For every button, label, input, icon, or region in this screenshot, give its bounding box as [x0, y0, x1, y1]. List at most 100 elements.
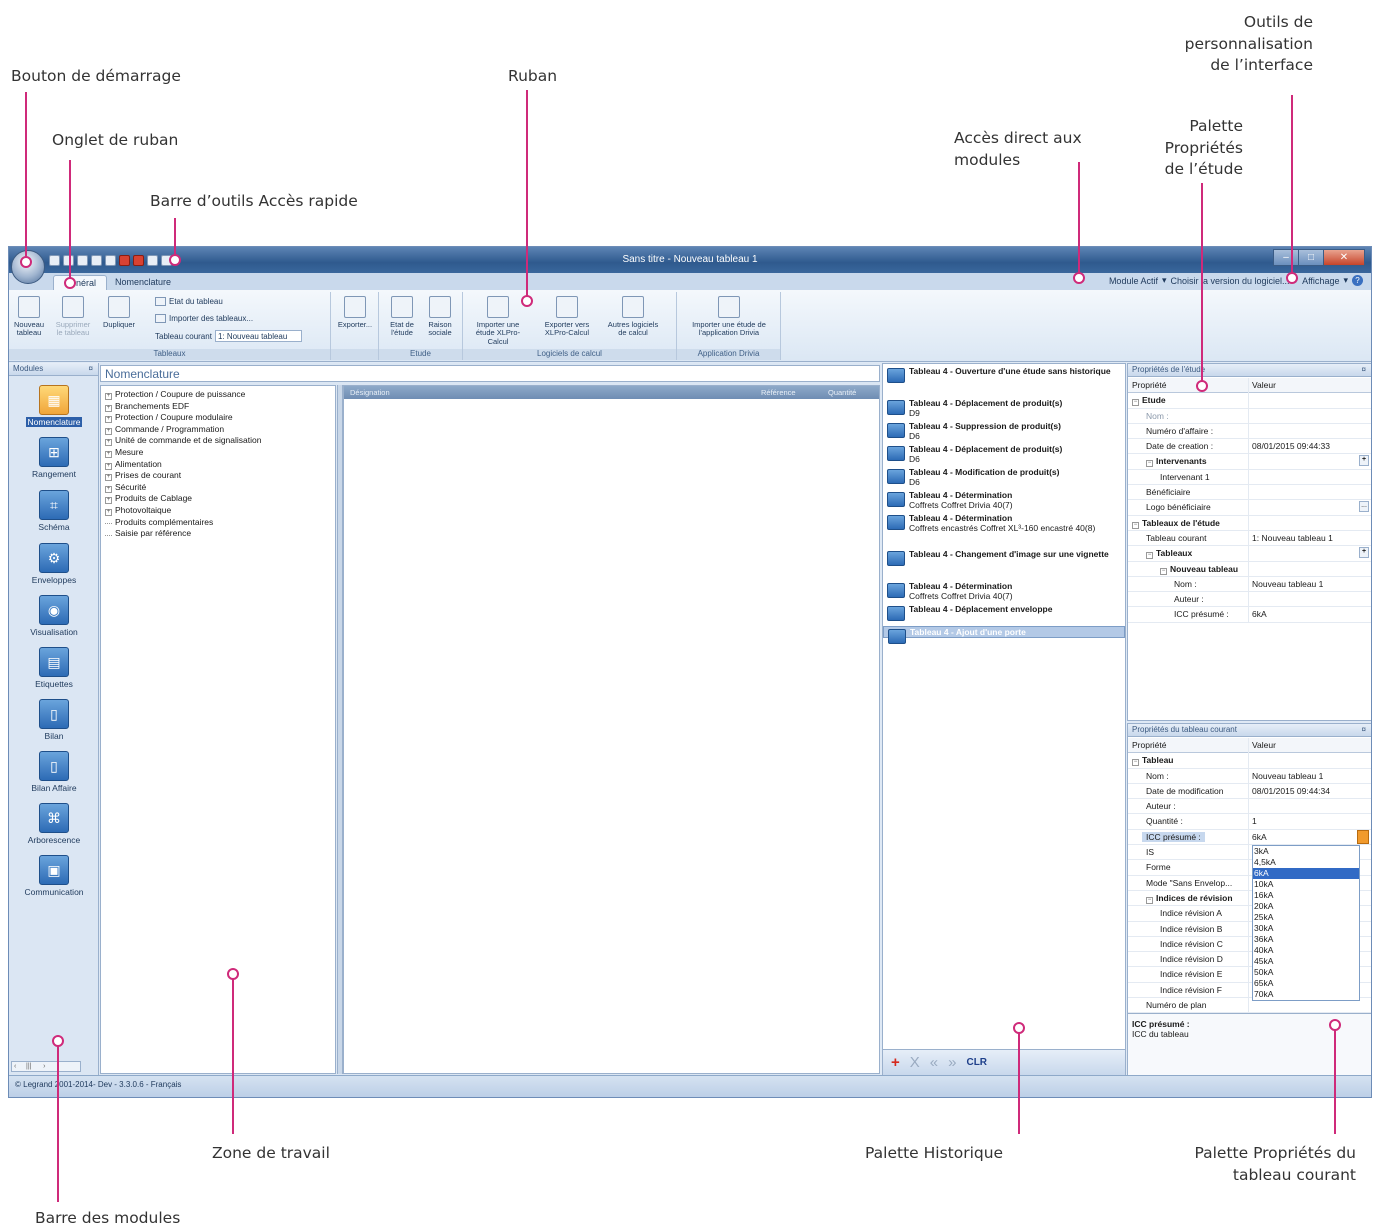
history-item[interactable]: Tableau 4 - Changement d'image sur une v… — [883, 549, 1125, 566]
property-row-intervenants[interactable]: − Intervenants + — [1128, 454, 1371, 470]
property-row-nouveau-tableau[interactable]: − Nouveau tableau — [1128, 561, 1371, 577]
current-table-combo[interactable]: 1: Nouveau tableau — [214, 330, 303, 342]
export-button[interactable]: Exporter... — [337, 296, 373, 329]
dropdown-arrow-icon[interactable] — [1357, 829, 1369, 844]
dropdown-option[interactable]: 16kA — [1253, 890, 1359, 901]
browse-icon[interactable]: ... — [1359, 501, 1369, 513]
property-row-intervenant-1[interactable]: Intervenant 1 — [1128, 469, 1371, 486]
affichage-menu[interactable]: Affichage — [1302, 276, 1339, 286]
dropdown-option[interactable]: 30kA — [1253, 923, 1359, 934]
history-item[interactable]: Tableau 4 - Suppression de produit(s) D6 — [883, 421, 1125, 442]
expand-icon[interactable]: + — [105, 508, 112, 516]
module-nomenclature[interactable]: ▦ Nomenclature — [9, 385, 99, 427]
tree-item[interactable]: + Prises de courant — [105, 470, 331, 482]
dropdown-option[interactable]: 20kA — [1253, 901, 1359, 912]
tree-item[interactable]: + Mesure — [105, 447, 331, 459]
collapse-icon[interactable]: − — [1132, 759, 1139, 767]
expand-icon[interactable]: + — [105, 427, 112, 435]
property-row-logo-beneficiaire[interactable]: Logo bénéficiaire... — [1128, 500, 1371, 516]
module-etiquettes[interactable]: ▤ Etiquettes — [9, 647, 99, 689]
module-actif-menu[interactable]: Module Actif — [1109, 276, 1158, 286]
module-communication[interactable]: ▣ Communication — [9, 855, 99, 897]
pin-icon[interactable]: ¤ — [1362, 365, 1366, 374]
col-reference[interactable]: Référence — [761, 388, 796, 397]
duplicate-table-button[interactable]: Dupliquer — [99, 296, 139, 329]
history-last-button[interactable]: » — [948, 1054, 956, 1071]
tree-item[interactable]: + Protection / Coupure de puissance — [105, 389, 331, 401]
expand-icon[interactable]: + — [105, 485, 112, 493]
history-remove-button[interactable]: X — [910, 1054, 920, 1071]
delete-table-button[interactable]: Supprimer le tableau — [53, 296, 93, 338]
company-name-button[interactable]: Raison sociale — [422, 296, 458, 338]
property-row-tableaux-de-l-etude[interactable]: − Tableaux de l'étude — [1128, 515, 1371, 531]
property-row-numero-d-affaire[interactable]: Numéro d'affaire : — [1128, 423, 1371, 440]
tree-item[interactable]: + Protection / Coupure modulaire — [105, 412, 331, 424]
expand-icon[interactable]: + — [105, 439, 112, 447]
property-row-date-de-modification[interactable]: Date de modification 08/01/2015 09:44:34 — [1128, 783, 1371, 800]
property-row-nom[interactable]: Nom : Nouveau tableau 1 — [1128, 768, 1371, 784]
dropdown-option[interactable]: 10kA — [1253, 879, 1359, 890]
history-item[interactable]: Tableau 4 - Détermination Coffrets encast… — [883, 513, 1125, 534]
history-first-button[interactable]: « — [930, 1054, 938, 1071]
history-item[interactable]: Tableau 4 - Déplacement de produit(s) D9 — [883, 398, 1125, 419]
collapse-icon[interactable]: − — [1146, 896, 1153, 904]
study-state-button[interactable]: Etat de l'étude — [384, 296, 420, 338]
modules-scrollbar[interactable]: ‹ ||| › — [11, 1061, 81, 1072]
dropdown-option[interactable]: 3kA — [1253, 846, 1359, 857]
module-visualisation[interactable]: ◉ Visualisation — [9, 595, 99, 637]
property-row-icc-presume[interactable]: ICC présumé :6kA — [1128, 607, 1371, 623]
collapse-icon[interactable]: − — [1160, 567, 1167, 575]
module-bilan-affaire[interactable]: ▯ Bilan Affaire — [9, 751, 99, 793]
history-item[interactable]: Tableau 4 - Détermination Coffrets Coffre… — [883, 581, 1125, 602]
tree-item[interactable]: + Commande / Programmation — [105, 424, 331, 436]
tree-item[interactable]: + Alimentation — [105, 459, 331, 471]
tree-item[interactable]: Produits complémentaires — [105, 517, 331, 529]
history-add-button[interactable]: + — [891, 1054, 900, 1071]
history-item[interactable]: Tableau 4 - Modification de produit(s) D6 — [883, 467, 1125, 488]
add-icon[interactable]: + — [1359, 547, 1369, 559]
other-software-button[interactable]: Autres logiciels de calcul — [603, 296, 663, 338]
collapse-icon[interactable]: − — [1146, 552, 1153, 560]
dropdown-option[interactable]: 65kA — [1253, 978, 1359, 989]
expand-icon[interactable]: + — [105, 393, 112, 400]
version-menu[interactable]: Choisir la version du logiciel... — [1171, 276, 1290, 286]
history-item[interactable]: Tableau 4 - Déplacement de produit(s) D6 — [883, 444, 1125, 465]
tab-general[interactable]: Général — [53, 275, 108, 290]
property-row-icc-presume[interactable]: ICC présumé :6kA — [1128, 829, 1371, 846]
table-state-button[interactable]: Etat du tableau — [155, 297, 223, 306]
expand-icon[interactable]: + — [105, 416, 112, 424]
close-button[interactable]: ✕ — [1323, 249, 1365, 266]
history-clear-button[interactable]: CLR — [966, 1057, 987, 1068]
dropdown-option[interactable]: 25kA — [1253, 912, 1359, 923]
help-icon[interactable]: ? — [1352, 275, 1363, 286]
tree-item[interactable]: + Photovoltaique — [105, 505, 331, 517]
tree-item[interactable]: + Branchements EDF — [105, 401, 331, 413]
tree-item[interactable]: Saisie par référence — [105, 528, 331, 540]
minimize-button[interactable]: – — [1273, 249, 1299, 266]
new-table-button[interactable]: Nouveau tableau — [13, 296, 45, 338]
dropdown-option[interactable]: 36kA — [1253, 934, 1359, 945]
pin-icon[interactable]: ¤ — [1362, 725, 1366, 734]
col-quantite[interactable]: Quantité — [828, 388, 856, 397]
expand-icon[interactable]: + — [105, 497, 112, 505]
import-xlpro-button[interactable]: Importer une étude XLPro-Calcul — [467, 296, 529, 346]
property-row-beneficiaire[interactable]: Bénéficiaire — [1128, 485, 1371, 501]
tree-item[interactable]: + Produits de Cablage — [105, 493, 331, 505]
expand-icon[interactable]: + — [105, 474, 112, 482]
import-tables-button[interactable]: Importer des tableaux... — [155, 314, 253, 323]
maximize-button[interactable]: □ — [1298, 249, 1324, 266]
tree-item[interactable]: + Unité de commande et de signalisation — [105, 435, 331, 447]
import-drivia-button[interactable]: Importer une étude de l'application Driv… — [683, 296, 775, 338]
dropdown-option[interactable]: 40kA — [1253, 945, 1359, 956]
history-item[interactable]: Tableau 4 - Ajout d'une porte — [883, 626, 1125, 644]
module-bilan[interactable]: ▯ Bilan — [9, 699, 99, 741]
property-row-auteur[interactable]: Auteur : — [1128, 799, 1371, 815]
module-arborescence[interactable]: ⌘ Arborescence — [9, 803, 99, 845]
history-item[interactable]: Tableau 4 - Ouverture d'une étude sans h… — [883, 366, 1125, 383]
property-row-etude[interactable]: − Etude — [1128, 393, 1371, 409]
export-xlpro-button[interactable]: Exporter vers XLPro-Calcul — [539, 296, 595, 338]
property-row-date-de-creation[interactable]: Date de creation :08/01/2015 09:44:33 — [1128, 439, 1371, 455]
history-item[interactable]: Tableau 4 - Détermination Coffrets Coffre… — [883, 490, 1125, 511]
collapse-icon[interactable]: − — [1132, 399, 1139, 407]
tab-nomenclature[interactable]: Nomenclature — [105, 275, 181, 290]
